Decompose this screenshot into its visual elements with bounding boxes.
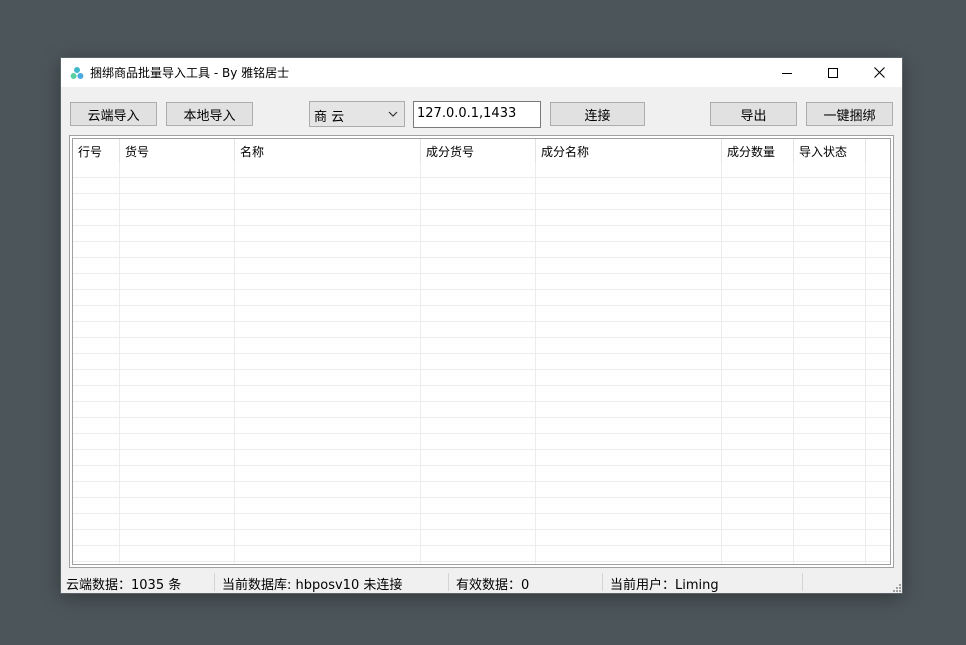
export-button[interactable]: 导出: [710, 102, 797, 126]
grid-column-divider: [721, 162, 722, 564]
cloud-import-button[interactable]: 云端导入: [70, 102, 157, 126]
maximize-icon: [828, 67, 838, 78]
grid-header: 行号 货号 名称 成分货号 成分名称 成分数量 导入状态: [73, 139, 890, 162]
grid-empty-rows: [73, 162, 890, 564]
column-header-import-status[interactable]: 导入状态: [794, 139, 866, 162]
data-grid-body[interactable]: 行号 货号 名称 成分货号 成分名称 成分数量 导入状态: [72, 138, 891, 565]
resize-grip-icon[interactable]: [891, 582, 901, 592]
status-divider: [448, 573, 449, 591]
minimize-icon: [782, 72, 792, 74]
grid-column-divider: [420, 162, 421, 564]
maximize-button[interactable]: [810, 58, 856, 87]
status-divider: [802, 573, 803, 591]
status-divider: [602, 573, 603, 591]
grid-column-divider: [793, 162, 794, 564]
server-address-input[interactable]: 127.0.0.1,1433: [413, 101, 541, 128]
grid-column-divider: [234, 162, 235, 564]
column-header-sku[interactable]: 货号: [120, 139, 235, 162]
app-cluster-icon: [70, 67, 84, 79]
source-select-value: 商 云: [314, 110, 345, 125]
close-icon: [873, 67, 885, 78]
column-header-component-sku[interactable]: 成分货号: [421, 139, 536, 162]
status-current-db: 当前数据库: hbposv10 未连接: [222, 578, 403, 593]
column-header-component-qty[interactable]: 成分数量: [722, 139, 794, 162]
app-window: 捆绑商品批量导入工具 - By 雅铭居士 云端导入 本地导入 商 云 127.0…: [61, 58, 902, 593]
grid-column-divider: [535, 162, 536, 564]
chevron-down-icon: [388, 111, 398, 117]
minimize-button[interactable]: [764, 58, 810, 87]
local-import-button[interactable]: 本地导入: [166, 102, 253, 126]
source-select[interactable]: 商 云: [309, 101, 405, 127]
status-current-user: 当前用户：Liming: [610, 578, 719, 593]
column-header-name[interactable]: 名称: [235, 139, 421, 162]
status-valid-count: 有效数据：0: [456, 578, 530, 593]
status-divider: [214, 573, 215, 591]
title-bar[interactable]: 捆绑商品批量导入工具 - By 雅铭居士: [61, 58, 902, 87]
data-grid[interactable]: 行号 货号 名称 成分货号 成分名称 成分数量 导入状态: [69, 135, 894, 568]
grid-column-divider: [865, 162, 866, 564]
close-button[interactable]: [856, 58, 902, 87]
status-cloud-count: 云端数据：1035 条: [66, 578, 182, 593]
grid-column-divider: [119, 162, 120, 564]
column-header-row-number[interactable]: 行号: [73, 139, 120, 162]
status-bar: 云端数据：1035 条 当前数据库: hbposv10 未连接 有效数据：0 当…: [61, 571, 902, 593]
bind-all-button[interactable]: 一键捆绑: [806, 102, 893, 126]
column-header-component-name[interactable]: 成分名称: [536, 139, 722, 162]
connect-button[interactable]: 连接: [550, 102, 645, 126]
window-title: 捆绑商品批量导入工具 - By 雅铭居士: [90, 66, 290, 80]
